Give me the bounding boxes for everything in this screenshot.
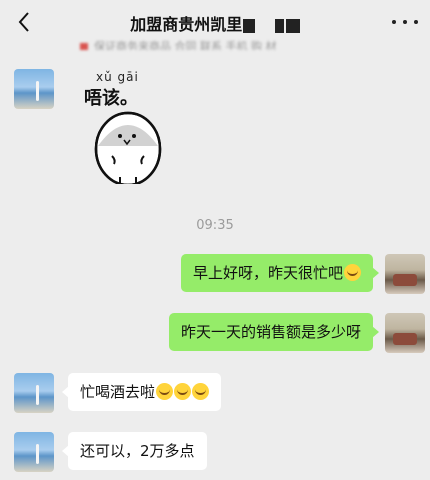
pinned-notice-text: 保证商务来商品 合同 联系 手机 购 材 [94, 40, 277, 50]
pinned-notice[interactable]: 保证商务来商品 合同 联系 手机 购 材 [80, 38, 380, 50]
tears-of-joy-emoji-icon [174, 383, 192, 400]
more-options-button[interactable] [392, 12, 418, 32]
message-text: 早上好呀，昨天很忙吧 [192, 264, 343, 282]
message-bubble-sent[interactable]: 早上好呀，昨天很忙吧 [180, 254, 380, 292]
message-text: 昨天一天的销售额是多少呀 [180, 323, 361, 341]
my-avatar[interactable] [385, 313, 425, 353]
message-bubble-sent[interactable]: 昨天一天的销售额是多少呀 [168, 313, 380, 351]
notice-icon [80, 43, 88, 50]
dot-icon [414, 20, 418, 24]
bird-sticker-icon [94, 111, 162, 184]
my-avatar[interactable] [385, 254, 425, 294]
redacted-block [274, 18, 284, 33]
redacted-block [243, 18, 256, 33]
contact-avatar[interactable] [14, 373, 54, 413]
message-text: 还可以，2万多点 [80, 442, 195, 460]
dot-icon [403, 20, 407, 24]
thinking-face-emoji-icon [344, 264, 361, 281]
message-bubble-received[interactable]: 还可以，2万多点 [62, 432, 207, 470]
chat-title: 加盟商贵州凯里 [0, 11, 430, 35]
message-text: 忙喝酒去啦 [80, 383, 156, 401]
tears-of-joy-emoji-icon [192, 383, 210, 400]
redacted-block [285, 18, 300, 33]
contact-avatar[interactable] [14, 432, 54, 472]
tears-of-joy-emoji-icon [156, 383, 174, 400]
dot-icon [392, 20, 396, 24]
sticker-message[interactable]: xǔ gāi 唔该。 [76, 64, 180, 184]
message-bubble-received[interactable]: 忙喝酒去啦 [61, 373, 222, 411]
timestamp: 09:35 [196, 218, 234, 233]
contact-avatar[interactable] [14, 69, 54, 109]
chat-title-text: 加盟商贵州凯里 [130, 15, 243, 34]
